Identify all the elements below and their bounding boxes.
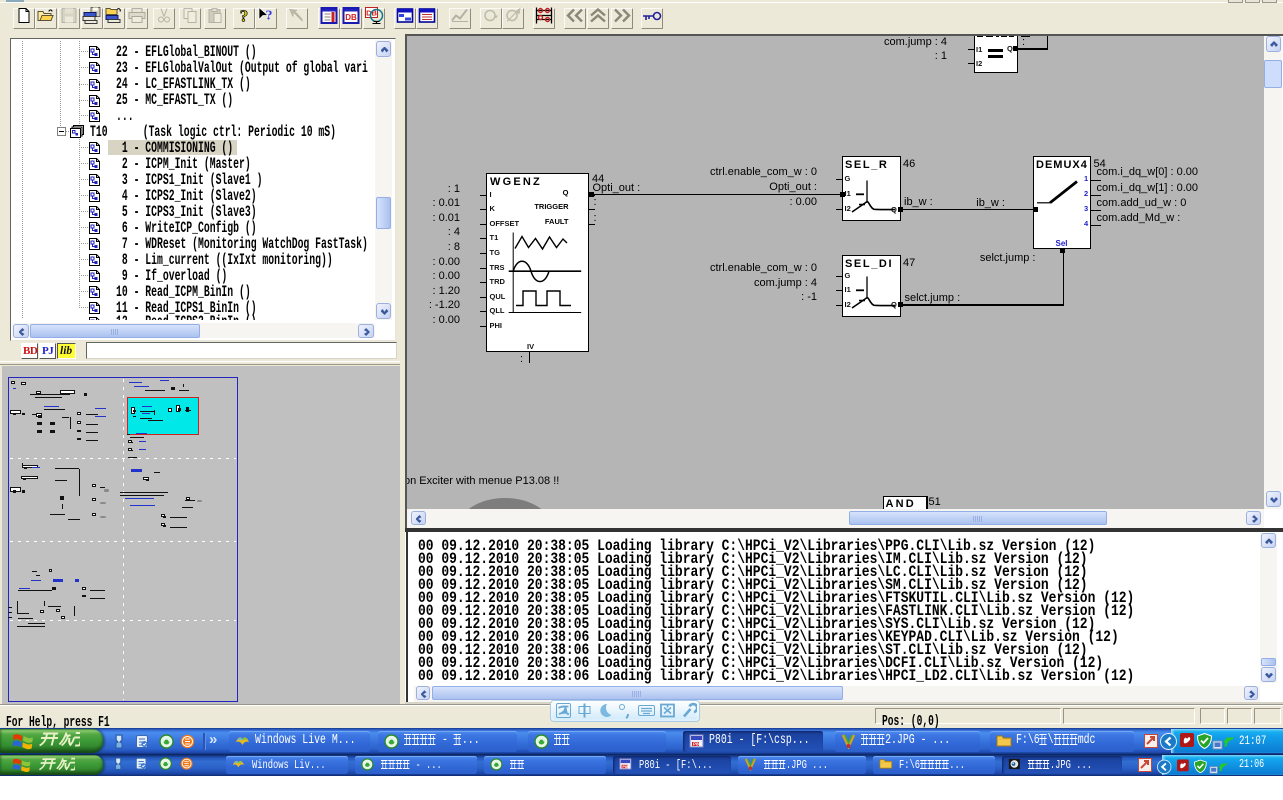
svg-text:?: ? (265, 9, 272, 24)
svg-text:P80: P80 (622, 765, 629, 769)
svg-text:P80: P80 (693, 741, 702, 746)
svg-text:DB: DB (345, 13, 357, 22)
svg-text:?: ? (240, 7, 249, 25)
